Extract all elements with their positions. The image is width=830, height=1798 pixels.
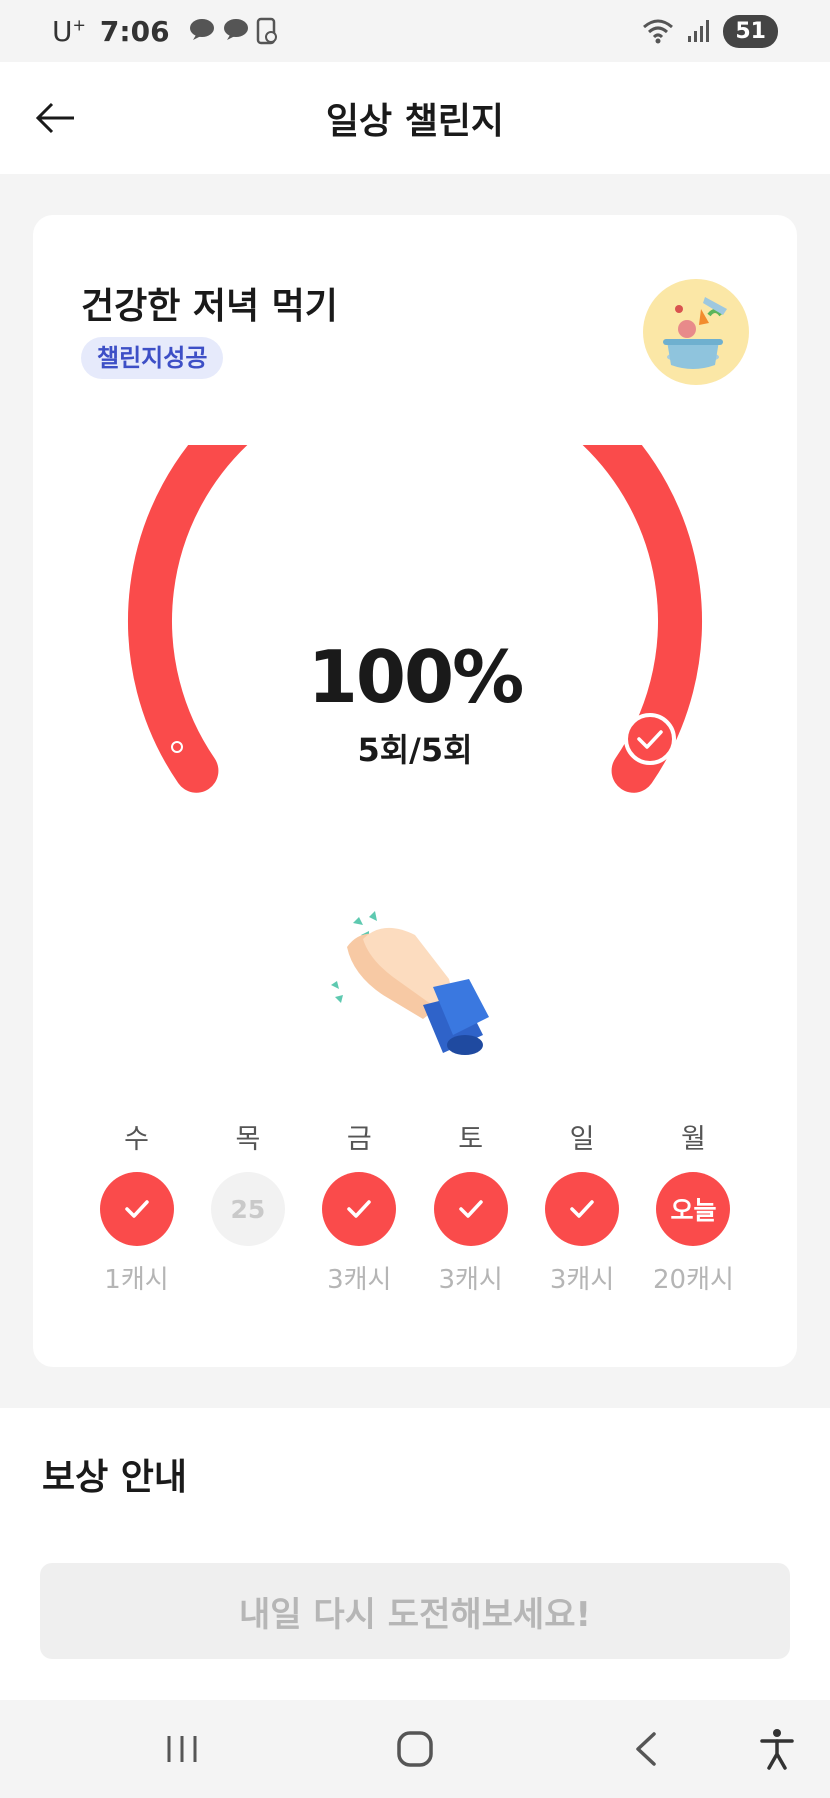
gauge-marker [314, 454, 326, 466]
notification-icons [188, 17, 278, 45]
day-reward: 3캐시 [549, 1265, 615, 1295]
carrier: U+ [52, 14, 86, 48]
recent-apps-button[interactable] [157, 1724, 207, 1774]
progress-count: 5회/5회 [357, 731, 473, 769]
day-column: 토 3캐시 [415, 1120, 526, 1300]
day-status-done [99, 1172, 174, 1246]
accessibility-button[interactable] [752, 1724, 802, 1774]
status-time: 7:06 [99, 14, 170, 48]
day-column: 수 1캐시 [81, 1120, 192, 1300]
app-header: 일상 챌린지 [0, 62, 830, 174]
day-column: 월 오늘 20캐시 [638, 1120, 749, 1300]
day-column: 목 25 [192, 1120, 303, 1300]
day-status-done [433, 1172, 508, 1246]
progress-percent: 100% [307, 635, 524, 719]
status-left: U+ 7:06 [52, 15, 278, 48]
recent-apps-icon [167, 1736, 197, 1762]
gauge-fill [128, 445, 702, 793]
day-column: 금 3캐시 [304, 1120, 415, 1300]
device-icon [256, 17, 277, 45]
gauge-marker [504, 454, 516, 466]
chat-icon [189, 19, 214, 40]
gauge-track [128, 445, 702, 793]
day-status-today: 오늘 [656, 1172, 731, 1246]
accessibility-icon [760, 1729, 794, 1770]
day-status-missed: 25 [210, 1172, 285, 1246]
chat-icon [223, 19, 248, 40]
day-label: 수 [124, 1124, 149, 1155]
back-nav-icon [636, 1732, 656, 1766]
day-label: 월 [681, 1124, 706, 1155]
check-icon [124, 1200, 149, 1218]
check-icon [570, 1200, 594, 1218]
back-arrow-icon [35, 102, 74, 134]
day-reward: 3캐시 [327, 1265, 392, 1295]
back-nav-button[interactable] [622, 1724, 672, 1774]
day-label: 금 [346, 1124, 372, 1155]
day-label: 목 [235, 1124, 261, 1155]
check-icon [347, 1200, 372, 1218]
signal-icon [688, 20, 710, 42]
page-title: 일상 챌린지 [325, 101, 505, 142]
day-status-done [322, 1172, 397, 1246]
reward-title: 보상 안내 [42, 1457, 188, 1498]
home-icon [397, 1731, 433, 1767]
gauge-marker [639, 567, 651, 579]
day-label: 일 [569, 1124, 595, 1155]
check-icon [458, 1200, 483, 1218]
food-pot-icon [643, 279, 749, 385]
back-button[interactable] [34, 96, 78, 140]
day-column: 일 3캐시 [527, 1120, 638, 1300]
reward-section: 보상 안내 내일 다시 도전해보세요! [0, 1408, 830, 1700]
status-bar: U+ 7:06 51 [0, 0, 830, 62]
day-reward: 1캐시 [104, 1265, 169, 1295]
home-button[interactable] [390, 1724, 440, 1774]
status-badge: 챌린지성공 [81, 337, 224, 379]
battery-indicator: 51 [723, 14, 778, 48]
weekly-progress: 수 1캐시 목 25 금 3캐시 토 3캐시 일 3캐시 월 오늘 20캐시 [81, 1120, 749, 1300]
challenge-card: 건강한 저녁 먹기 챌린지성공 100% 5회/5회 수 1캐시 목 25 금 … [33, 215, 797, 1367]
retry-button[interactable]: 내일 다시 도전해보세요! [40, 1563, 790, 1659]
day-label: 토 [458, 1124, 484, 1155]
gauge-marker [179, 567, 191, 579]
challenge-title: 건강한 저녁 먹기 [81, 286, 338, 327]
day-reward: 20캐시 [652, 1265, 734, 1295]
system-nav-bar [0, 1700, 830, 1798]
clapping-hands-icon [331, 911, 489, 1055]
wifi-icon [643, 19, 674, 44]
day-status-done [545, 1172, 620, 1246]
status-right: 51 [641, 14, 778, 48]
day-reward: 3캐시 [438, 1265, 503, 1295]
